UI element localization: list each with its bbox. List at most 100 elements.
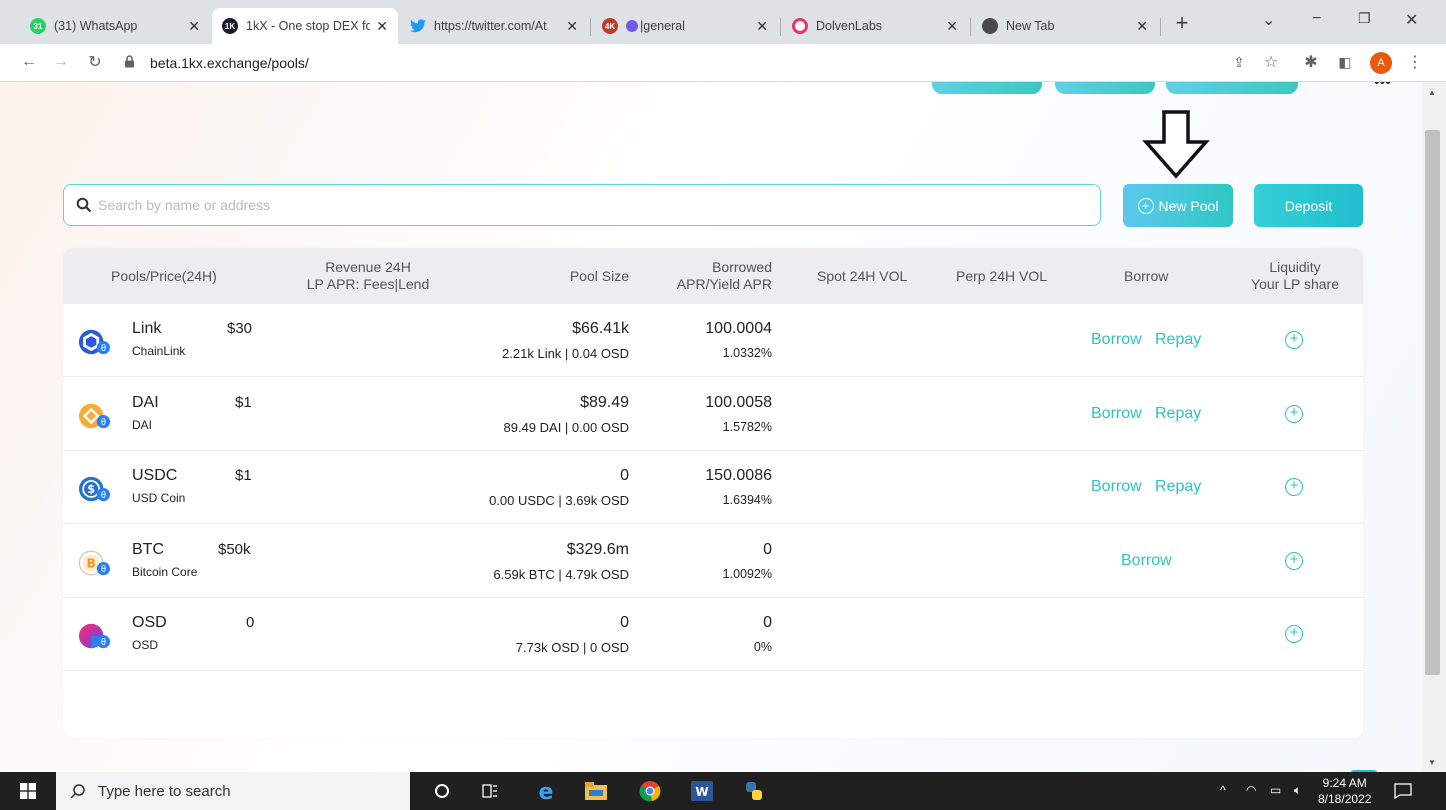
scrollbar-thumb[interactable] (1425, 130, 1440, 675)
extensions-puzzle-icon[interactable]: ✱ (1300, 51, 1322, 73)
col-liquidity[interactable]: Liquidity Your LP share (1249, 248, 1341, 304)
search-input[interactable] (98, 197, 998, 213)
tab-separator (970, 18, 971, 36)
word-icon[interactable]: W (690, 780, 714, 802)
windows-start-icon[interactable] (20, 783, 36, 799)
pool-size-detail: 2.21k Link | 0.04 OSD (502, 346, 629, 361)
page-scrollbar[interactable]: ▲ ▼ (1422, 82, 1446, 772)
token-name: DAI (132, 418, 153, 432)
close-icon[interactable]: ✕ (756, 18, 768, 35)
tab-1kx[interactable]: 1K 1kX - One stop DEX fo ✕ (212, 8, 398, 44)
forward-arrow-icon[interactable]: → (50, 51, 72, 73)
col-pool-size[interactable]: Pool Size (570, 248, 629, 304)
col-spot-vol[interactable]: Spot 24H VOL (817, 248, 907, 304)
pool-size-value: $89.49 (580, 394, 629, 411)
svg-text:θ: θ (101, 637, 106, 647)
col-borrowed[interactable]: Borrowed APR/Yield APR (677, 248, 772, 304)
borrow-link[interactable]: Borrow (1091, 405, 1142, 423)
close-icon[interactable]: ✕ (188, 18, 200, 35)
col-perp-vol[interactable]: Perp 24H VOL (956, 248, 1047, 304)
repay-link[interactable]: Repay (1155, 405, 1201, 423)
battery-icon[interactable]: ▭ (1270, 783, 1281, 797)
clock-time: 9:24 AM (1322, 776, 1367, 790)
col-pools[interactable]: Pools/Price(24H) (111, 248, 217, 304)
pool-size-detail: 89.49 DAI | 0.00 OSD (503, 420, 630, 435)
close-icon[interactable]: ✕ (946, 18, 958, 35)
chainlink-icon: θ (78, 329, 110, 355)
new-tab-plus-icon[interactable]: + (1170, 12, 1194, 36)
site-logo[interactable] (28, 82, 138, 96)
pool-size-value: $329.6m (566, 541, 629, 558)
scroll-down-icon[interactable]: ▼ (1428, 758, 1436, 767)
pool-size-value: 0 (620, 467, 629, 484)
header-button-fragment[interactable] (932, 82, 1042, 94)
repay-link[interactable]: Repay (1155, 478, 1201, 496)
python-icon[interactable] (742, 780, 766, 802)
header-button-fragment[interactable] (1166, 82, 1298, 94)
pool-search-box[interactable] (63, 184, 1101, 226)
browser-tab-strip: 31 (31) WhatsApp ✕ 1K 1kX - One stop DEX… (0, 0, 1446, 44)
add-liquidity-plus-icon[interactable]: + (1285, 552, 1303, 570)
borrow-link[interactable]: Borrow (1091, 478, 1142, 496)
svg-text:W: W (695, 785, 708, 799)
pool-size-value: $66.41k (572, 320, 629, 337)
apr-value: 1.0092% (722, 567, 772, 581)
tab-twitter[interactable]: https://twitter.com/At ✕ (400, 8, 588, 44)
side-panel-icon[interactable]: ◧ (1334, 51, 1356, 73)
window-close-icon[interactable]: ✕ (1405, 10, 1418, 30)
network-icon[interactable]: ◠ (1246, 783, 1256, 797)
reload-icon[interactable]: ↻ (84, 51, 106, 73)
volume-icon[interactable]: 🔈︎ (1294, 783, 1301, 798)
scroll-up-icon[interactable]: ▲ (1428, 88, 1436, 97)
header-more-icon[interactable]: ••• (1374, 82, 1391, 92)
menu-kebab-icon[interactable]: ⋮ (1404, 51, 1426, 73)
tab-whatsapp[interactable]: 31 (31) WhatsApp ✕ (20, 8, 210, 44)
close-icon[interactable]: ✕ (566, 18, 578, 35)
restore-icon[interactable]: ❐ (1358, 10, 1371, 27)
minimize-icon[interactable]: − (1312, 10, 1321, 28)
bookmark-star-icon[interactable]: ☆ (1260, 51, 1282, 73)
cortana-icon[interactable] (430, 780, 454, 802)
profile-avatar[interactable]: A (1370, 52, 1392, 74)
table-row: $ θ USDC USD Coin $1 0 0.00 USDC | 3.69k… (63, 451, 1363, 524)
close-icon[interactable]: ✕ (1136, 18, 1148, 35)
chrome-icon[interactable] (638, 780, 662, 802)
taskbar-search[interactable]: Type here to search (56, 772, 410, 810)
notification-icon[interactable] (1394, 783, 1412, 799)
add-liquidity-plus-icon[interactable]: + (1285, 478, 1303, 496)
address-bar[interactable]: beta.1kx.exchange/pools/ (124, 49, 1244, 77)
task-view-icon[interactable] (478, 780, 502, 802)
add-liquidity-plus-icon[interactable]: + (1285, 331, 1303, 349)
token-price: $1 (235, 394, 252, 411)
back-arrow-icon[interactable]: ← (18, 51, 40, 73)
server-icon (626, 20, 638, 32)
tab-title: New Tab (1006, 19, 1055, 33)
col-borrow[interactable]: Borrow (1124, 248, 1168, 304)
header-button-fragment[interactable] (1055, 82, 1155, 94)
tab-dolvenlabs[interactable]: DolvenLabs ✕ (782, 8, 968, 44)
tray-chevron-icon[interactable]: ^ (1220, 783, 1226, 797)
deposit-button[interactable]: Deposit (1254, 184, 1363, 227)
svg-text:θ: θ (101, 490, 106, 500)
col-revenue[interactable]: Revenue 24H LP APR: Fees|Lend (303, 248, 433, 304)
borrow-link[interactable]: Borrow (1121, 552, 1172, 570)
token-symbol: Link (132, 320, 162, 337)
taskbar-clock[interactable]: 9:24 AM 8/18/2022 (1318, 775, 1371, 807)
tab-title: (31) WhatsApp (54, 19, 138, 33)
repay-link[interactable]: Repay (1155, 331, 1201, 349)
file-explorer-icon[interactable] (584, 780, 608, 802)
add-liquidity-plus-icon[interactable]: + (1285, 405, 1303, 423)
tab-discord-general[interactable]: 4K |general ✕ (592, 8, 778, 44)
tab-new-tab[interactable]: New Tab ✕ (972, 8, 1158, 44)
borrow-link[interactable]: Borrow (1091, 331, 1142, 349)
token-symbol: BTC (132, 541, 164, 558)
add-liquidity-plus-icon[interactable]: + (1285, 625, 1303, 643)
share-icon[interactable]: ⇪ (1228, 51, 1250, 73)
tab-search-chevron-icon[interactable]: ⌄ (1262, 10, 1275, 30)
apr-value: 1.0332% (722, 346, 772, 360)
new-pool-button[interactable]: + New Pool (1123, 184, 1233, 227)
edge-browser-icon[interactable]: e (534, 780, 558, 802)
apr-value: 0% (753, 640, 772, 654)
svg-text:θ: θ (101, 564, 106, 574)
close-icon[interactable]: ✕ (376, 18, 388, 35)
